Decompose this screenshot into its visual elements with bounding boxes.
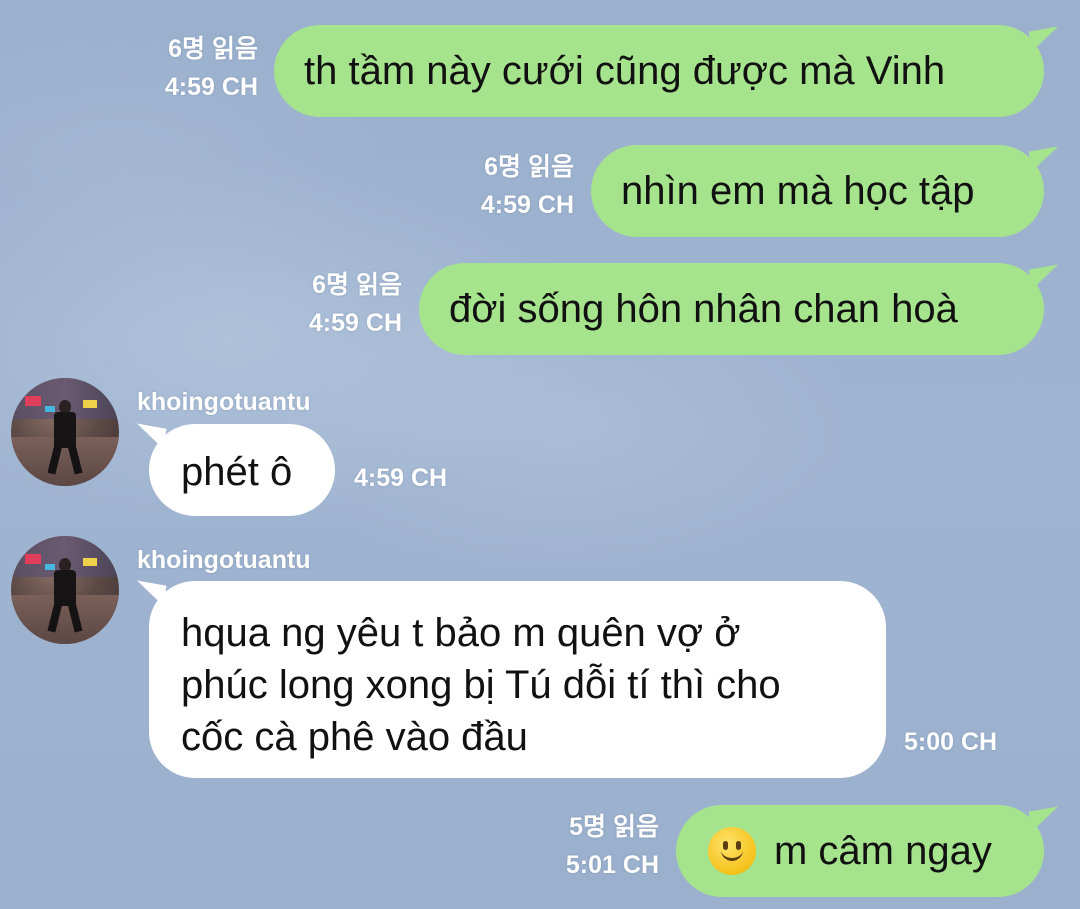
read-receipt: 5명 읽음 (569, 813, 659, 841)
message-text-line: hqua ng yêu t bảo m quên vợ ở (181, 611, 741, 655)
message-text: đời sống hôn nhân chan hoà (449, 287, 958, 331)
message-text: nhìn em mà học tập (621, 169, 975, 213)
message-time: 4:59 CH (480, 191, 574, 219)
message-time: 4:59 CH (308, 309, 402, 337)
message-text-line: phúc long xong bị Tú dỗi tí thì cho (181, 663, 781, 707)
message-time: 4:59 CH (164, 73, 258, 101)
outgoing-message-bubble[interactable]: đời sống hôn nhân chan hoà (419, 263, 1044, 355)
chat-message-list[interactable]: 6명 읽음 4:59 CH th tầm này cưới cũng được … (0, 0, 1080, 909)
outgoing-message-bubble[interactable]: nhìn em mà học tập (591, 145, 1044, 237)
message-time: 5:01 CH (565, 851, 659, 879)
message-meta: 5명 읽음 5:01 CH (521, 808, 659, 884)
message-text: m câm ngay (774, 829, 992, 873)
message-meta: 6명 읽음 4:59 CH (264, 266, 402, 342)
message-meta: 6명 읽음 4:59 CH (436, 148, 574, 224)
sender-name[interactable]: khoingotuantu (137, 388, 311, 417)
read-receipt: 6명 읽음 (484, 153, 574, 181)
message-time: 5:00 CH (904, 728, 998, 756)
slightly-smiling-face-icon (708, 827, 756, 875)
outgoing-message-bubble[interactable]: m câm ngay (676, 805, 1044, 897)
message-meta: 6명 읽음 4:59 CH (120, 30, 258, 106)
read-receipt: 6명 읽음 (312, 271, 402, 299)
avatar[interactable] (11, 378, 119, 486)
incoming-message-bubble[interactable]: hqua ng yêu t bảo m quên vợ ở phúc long … (149, 581, 886, 778)
message-text: phét ô (181, 450, 293, 494)
read-receipt: 6명 읽음 (168, 35, 258, 63)
outgoing-message-bubble[interactable]: th tầm này cưới cũng được mà Vinh (274, 25, 1044, 117)
message-text: th tầm này cưới cũng được mà Vinh (304, 49, 946, 93)
sender-name[interactable]: khoingotuantu (137, 546, 311, 575)
incoming-message-bubble[interactable]: phét ô (149, 424, 335, 516)
message-text-line: cốc cà phê vào đầu (181, 715, 528, 759)
message-time: 4:59 CH (354, 464, 448, 492)
avatar[interactable] (11, 536, 119, 644)
